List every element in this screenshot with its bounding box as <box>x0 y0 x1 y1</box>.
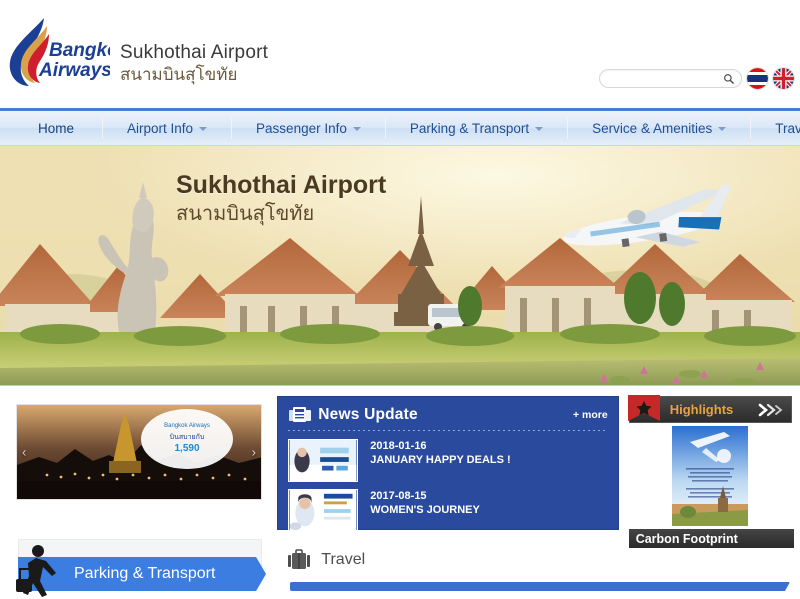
news-more-link[interactable]: + more <box>573 409 608 421</box>
page-title-th: สนามบินสุโขทัย <box>120 65 238 85</box>
nav-item-airport-info[interactable]: Airport Info <box>103 115 231 141</box>
search-icon[interactable] <box>723 73 735 85</box>
thai-flag-icon[interactable] <box>747 68 768 89</box>
news-item-text: 2018-01-16 JANUARY HAPPY DEALS ! <box>370 439 510 482</box>
highlights-next-button[interactable] <box>758 403 784 417</box>
search-box[interactable] <box>599 69 742 89</box>
highlights-title: Highlights <box>669 402 734 417</box>
highlights-poster-image <box>672 426 749 526</box>
chevron-down-icon <box>718 127 727 131</box>
nav-item-parking-transport[interactable]: Parking & Transport <box>386 115 567 141</box>
svg-text:Bangkok: Bangkok <box>49 40 110 61</box>
svg-text:Airways: Airways <box>38 60 110 81</box>
hero-title-en: Sukhothai Airport <box>176 171 387 199</box>
chevron-down-icon <box>535 127 544 131</box>
nav-item-label: Airport Info <box>127 120 194 136</box>
traveler-icon <box>16 545 56 597</box>
travel-section-header: Travel <box>287 548 618 572</box>
double-chevron-right-icon <box>758 403 783 416</box>
news-update-title: News Update <box>318 406 418 423</box>
newspaper-icon <box>289 407 312 422</box>
promo-slider[interactable]: Bangkok Airways บินสบายกับ 1,590 ‹ › <box>16 404 262 500</box>
parking-transport-banner[interactable]: Parking & Transport <box>8 539 267 599</box>
page-title-en: Sukhothai Airport <box>120 42 269 63</box>
promo-prev-arrow[interactable]: ‹ <box>18 443 30 462</box>
news-update-header: News Update + more <box>288 406 608 424</box>
nav-item-travel[interactable]: Travel <box>751 115 800 141</box>
main-content: Bangkok Airways บินสบายกับ 1,590 ‹ › Par… <box>0 386 800 599</box>
english-flag-icon[interactable] <box>773 68 794 89</box>
news-item-text: 2017-08-15 WOMEN'S JOURNEY <box>370 489 480 532</box>
nav-item-passenger-info[interactable]: Passenger Info <box>232 115 385 141</box>
promo-image: Bangkok Airways บินสบายกับ 1,590 <box>17 405 261 499</box>
hero-image <box>0 146 800 385</box>
nav-item-label: Home <box>38 120 75 136</box>
highlights-header: Highlights <box>627 395 792 423</box>
star-ribbon-icon <box>627 395 660 421</box>
right-column: Highlights Carbon Footprint <box>627 395 794 599</box>
nav-item-label: Service & Amenities <box>592 120 713 136</box>
hero-title: Sukhothai Airport สนามบินสุโขทัย <box>176 170 386 226</box>
promo-next-arrow[interactable]: › <box>248 443 260 462</box>
nav-item-label: Passenger Info <box>256 120 347 136</box>
bangkok-airways-logo[interactable]: Bangkok Airways <box>2 16 131 92</box>
hero-banner: Sukhothai Airport สนามบินสุโขทัย <box>0 146 800 386</box>
site-header: Bangkok Airways Sukhothai Airport สนามบิ… <box>0 0 800 108</box>
news-item-date: 2017-08-15 <box>370 490 427 502</box>
news-item-headline: WOMEN'S JOURNEY <box>370 504 480 516</box>
news-divider <box>288 430 608 431</box>
news-item-date: 2018-01-16 <box>370 440 427 452</box>
chevron-down-icon <box>352 127 361 131</box>
suitcase-icon <box>288 549 311 569</box>
search <box>599 69 742 89</box>
news-thumbnail <box>288 439 359 482</box>
news-item-headline: JANUARY HAPPY DEALS ! <box>370 454 511 466</box>
news-list-item[interactable]: 2017-08-15 WOMEN'S JOURNEY <box>288 489 607 532</box>
nav-item-label: Parking & Transport <box>409 120 530 136</box>
search-input[interactable] <box>600 72 715 89</box>
news-update-panel: News Update + more 2018-01-16 JANUARY HA… <box>277 396 619 532</box>
news-thumbnail <box>288 489 359 532</box>
news-list-item[interactable]: 2018-01-16 JANUARY HAPPY DEALS ! <box>288 439 607 482</box>
highlights-caption-label: Carbon Footprint <box>635 531 738 546</box>
hero-title-th: สนามบินสุโขทัย <box>176 201 315 225</box>
chevron-down-icon <box>199 127 208 131</box>
svg-text:Bangkok Airways: Bangkok Airways <box>164 423 210 429</box>
nav-item-service-amenities[interactable]: Service & Amenities <box>568 115 750 141</box>
center-column: News Update + more 2018-01-16 JANUARY HA… <box>277 396 619 599</box>
svg-text:บินสบายกับ: บินสบายกับ <box>170 433 205 441</box>
travel-section-bar <box>290 582 790 591</box>
svg-text:1,590: 1,590 <box>174 443 199 454</box>
parking-banner-label: Parking & Transport <box>74 565 216 582</box>
highlights-caption[interactable]: Carbon Footprint <box>628 529 794 548</box>
travel-section-label: Travel <box>321 551 366 568</box>
page-title: Sukhothai Airport สนามบินสุโขทัย <box>120 42 268 86</box>
left-column: Bangkok Airways บินสบายกับ 1,590 ‹ › Par… <box>8 396 267 599</box>
language-switcher <box>747 68 794 89</box>
main-navigation: Home Airport Info Passenger Info Parking… <box>0 108 800 146</box>
highlights-body[interactable]: Carbon Footprint <box>628 426 794 548</box>
nav-item-label: Travel <box>775 120 800 136</box>
nav-item-home[interactable]: Home <box>14 115 102 141</box>
